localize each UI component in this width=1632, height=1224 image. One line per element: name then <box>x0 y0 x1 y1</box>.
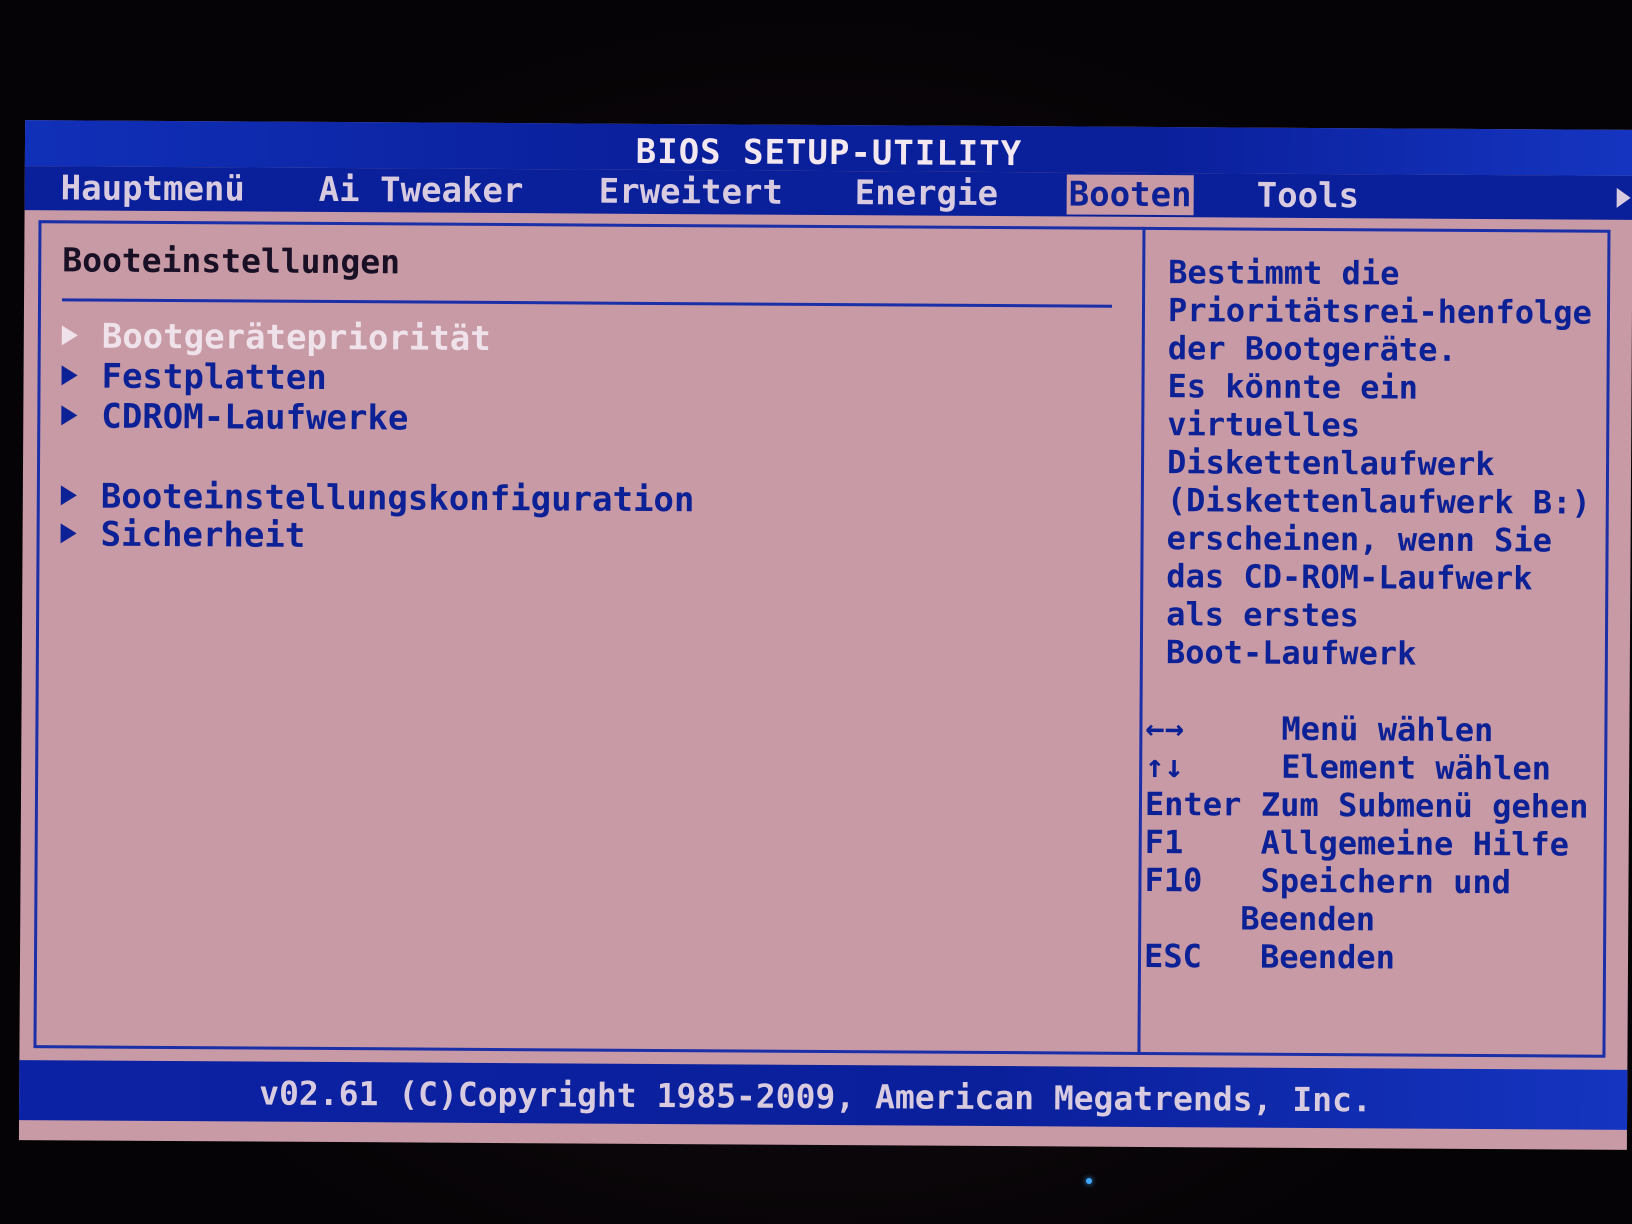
menu-item-label: Sicherheit <box>100 514 306 556</box>
copyright-text: v02.61 (C)Copyright 1985-2009, American … <box>259 1073 1372 1120</box>
tab-erweitert[interactable]: Erweitert <box>599 172 783 213</box>
key-esc: ESC <box>1143 936 1202 976</box>
key-desc: Menü wählen <box>1281 709 1494 750</box>
bios-screen: BIOS SETUP-UTILITY Hauptmenü Ai Tweaker … <box>18 120 1632 1150</box>
tab-energie[interactable]: Energie <box>855 173 999 214</box>
help-line: Prioritätsrei-henfolge <box>1167 291 1592 332</box>
help-line: virtuelles <box>1167 405 1361 445</box>
tab-ai-tweaker[interactable]: Ai Tweaker <box>319 170 524 211</box>
key-desc: Allgemeine Hilfe <box>1260 823 1570 864</box>
key-desc: Element wählen <box>1281 747 1552 788</box>
submenu-arrow-icon <box>60 522 77 543</box>
key-f10: F10 <box>1144 860 1203 900</box>
power-led-icon <box>1086 1178 1092 1184</box>
tab-tools[interactable]: Tools <box>1257 176 1360 217</box>
submenu-arrow-icon <box>61 364 78 385</box>
help-line: Bestimmt die <box>1168 253 1400 293</box>
menu-item-sicherheit[interactable]: Sicherheit <box>60 514 306 556</box>
help-line: das CD-ROM-Laufwerk <box>1166 557 1533 598</box>
help-line: der Bootgeräte. <box>1167 329 1457 369</box>
key-desc: Beenden <box>1240 899 1376 939</box>
menu-item-festplatten[interactable]: Festplatten <box>61 356 327 398</box>
key-up-down: ↑↓ <box>1145 746 1184 786</box>
key-desc: Zum Submenü gehen <box>1260 785 1589 826</box>
menu-item-label: Festplatten <box>101 356 327 398</box>
key-f1: F1 <box>1144 822 1184 862</box>
key-desc: Beenden <box>1259 937 1396 977</box>
menu-item-label: Bootgerätepriorität <box>101 316 491 359</box>
help-line: Diskettenlaufwerk <box>1166 443 1495 484</box>
tab-hauptmenue[interactable]: Hauptmenü <box>61 168 245 209</box>
section-title: Booteinstellungen <box>62 240 401 282</box>
submenu-arrow-icon <box>61 404 78 425</box>
key-enter: Enter <box>1144 784 1242 824</box>
help-line: als erstes <box>1166 595 1359 635</box>
menu-bar: Hauptmenü Ai Tweaker Erweitert Energie B… <box>24 166 1632 220</box>
menu-item-booteinstellungskonfiguration[interactable]: Booteinstellungskonfiguration <box>60 476 695 521</box>
menu-item-label: Booteinstellungskonfiguration <box>100 476 695 521</box>
help-line: Boot-Laufwerk <box>1165 633 1417 673</box>
help-line: Es könnte ein <box>1167 367 1419 407</box>
key-desc: Speichern und <box>1260 861 1512 902</box>
menu-item-label: CDROM-Laufwerke <box>101 396 409 439</box>
help-line: erscheinen, wenn Sie <box>1166 519 1553 560</box>
key-left-right: ←→ <box>1145 708 1185 748</box>
monitor: BIOS SETUP-UTILITY Hauptmenü Ai Tweaker … <box>0 0 1632 1224</box>
menu-scroll-right-icon[interactable] <box>1616 187 1631 208</box>
tab-booten[interactable]: Booten <box>1066 174 1194 216</box>
help-line: (Diskettenlaufwerk B:) <box>1166 481 1591 522</box>
footer-bar: v02.61 (C)Copyright 1985-2009, American … <box>19 1060 1628 1130</box>
submenu-arrow-icon <box>60 484 77 505</box>
submenu-arrow-icon <box>61 324 78 345</box>
menu-item-bootgeraeteprioritaet[interactable]: Bootgerätepriorität <box>61 316 491 359</box>
menu-item-cdrom-laufwerke[interactable]: CDROM-Laufwerke <box>61 396 408 438</box>
